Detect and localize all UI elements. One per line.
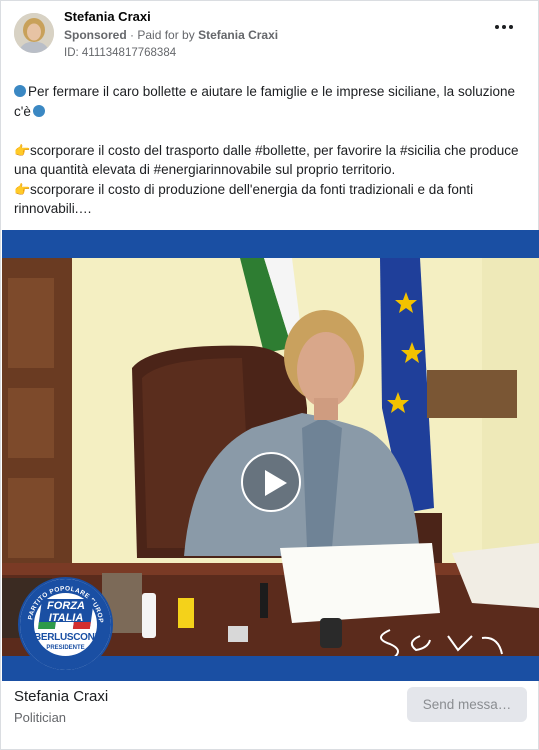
body-paragraph-3: 👉scorporare il costo di produzione dell'… xyxy=(14,180,524,219)
body-line-1: Per fermare il caro bollette e aiutare l… xyxy=(14,84,515,119)
logo-leader: BERLUSCONI xyxy=(33,632,98,643)
footer-category: Politician xyxy=(14,710,67,725)
logo-role: PRESIDENTE xyxy=(46,645,85,651)
more-dot xyxy=(502,25,506,29)
paid-for-name[interactable]: Stefania Craxi xyxy=(198,28,278,42)
ad-id: ID: 411134817768384 xyxy=(64,47,177,59)
play-icon[interactable] xyxy=(241,452,301,512)
sponsored-line: Sponsored · Paid for by Stefania Craxi xyxy=(64,28,278,42)
sponsored-label: Sponsored xyxy=(64,28,127,42)
separator: · xyxy=(130,28,135,42)
body-paragraph-2: 👉scorporare il costo del trasporto dalle… xyxy=(14,141,524,180)
body-line-3: scorporare il costo di produzione dell'e… xyxy=(14,181,474,217)
logo-name: FORZA ITALIA xyxy=(47,600,85,624)
ad-card: Stefania Craxi Sponsored · Paid for by S… xyxy=(0,0,539,750)
footer-page-name[interactable]: Stefania Craxi xyxy=(14,688,108,705)
blue-circle-icon xyxy=(32,104,45,117)
pointing-hand-icon: 👉 xyxy=(14,181,31,197)
more-dot xyxy=(509,25,513,29)
page-name[interactable]: Stefania Craxi xyxy=(64,9,151,24)
body-line-2: scorporare il costo del trasporto dalle … xyxy=(14,142,519,178)
avatar-photo xyxy=(14,13,54,53)
paid-for-prefix: Paid for by xyxy=(137,28,195,42)
video-media[interactable]: PARTITO POPOLARE EUROPEO FORZA ITALIA BE… xyxy=(2,230,539,681)
send-message-button[interactable]: Send messa… xyxy=(407,687,527,722)
more-dot xyxy=(495,25,499,29)
ad-body-text: Per fermare il caro bollette e aiutare l… xyxy=(14,82,524,219)
avatar[interactable] xyxy=(14,13,54,53)
forza-italia-logo: PARTITO POPOLARE EUROPEO FORZA ITALIA BE… xyxy=(18,577,113,672)
more-options-icon[interactable] xyxy=(492,19,516,35)
blue-circle-icon xyxy=(14,85,26,97)
body-paragraph-1: Per fermare il caro bollette e aiutare l… xyxy=(14,82,524,121)
pointing-hand-icon: 👉 xyxy=(14,142,31,158)
